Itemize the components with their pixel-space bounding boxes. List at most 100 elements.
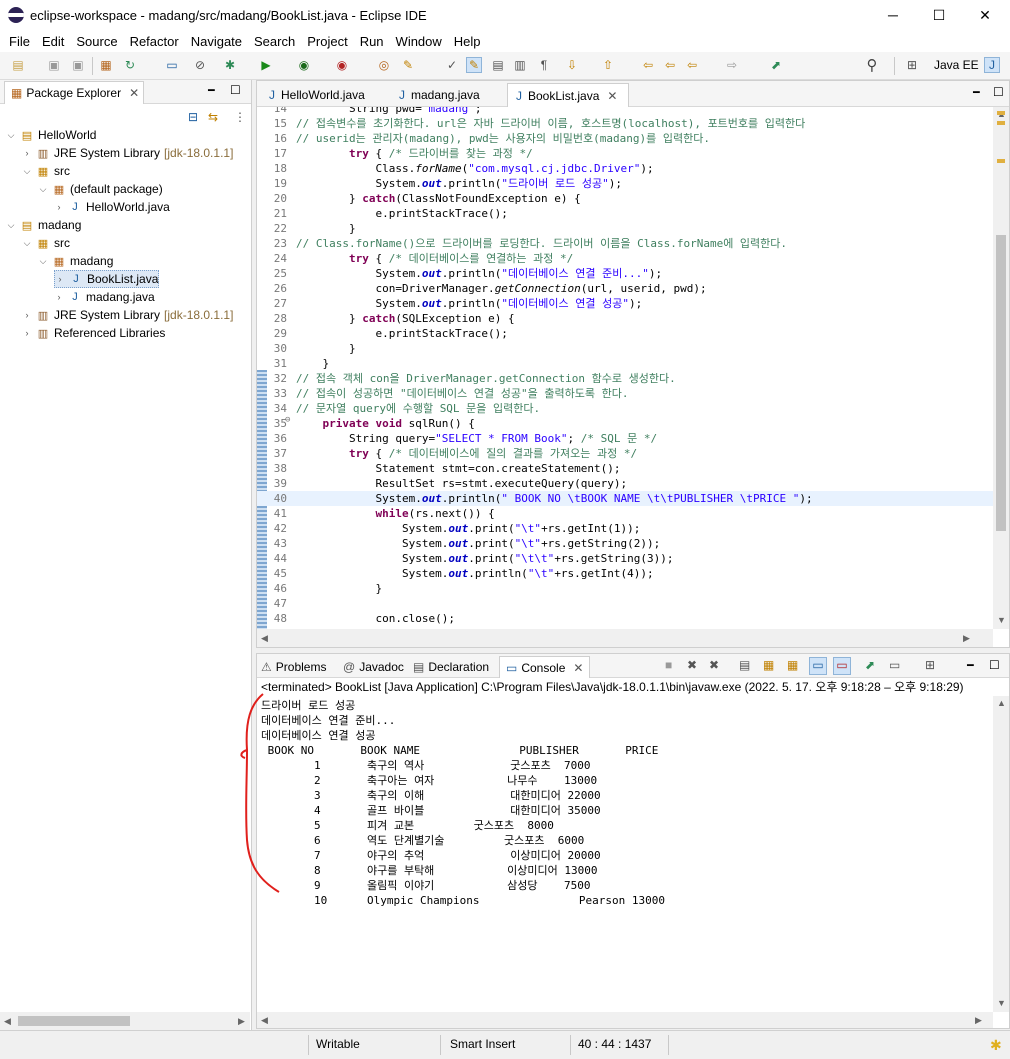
tree-item[interactable]: › J BookList.java — [54, 270, 160, 288]
code-line[interactable]: 17 try { /* 드라이버를 찾는 과정 */ — [257, 146, 993, 161]
menu-source[interactable]: Source — [71, 34, 122, 49]
chevron-down-icon[interactable]: ⌵ — [22, 238, 32, 249]
tree-item[interactable]: › ▥ Referenced Libraries — [22, 324, 166, 342]
chevron-right-icon[interactable]: › — [54, 202, 64, 212]
code-line[interactable]: 39 ResultSet rs=stmt.executeQuery(query)… — [257, 476, 993, 491]
pin-editor-icon[interactable]: ⬈ — [768, 57, 784, 73]
code-line[interactable]: 22 } — [257, 221, 993, 236]
word-wrap-console-icon[interactable]: ▦ — [787, 658, 798, 672]
console-output[interactable]: 드라이버 로드 성공 데이터베이스 연결 준비... 데이터베이스 연결 성공 BO… — [257, 696, 993, 1012]
terminal-icon[interactable]: ▭ — [164, 57, 180, 73]
code-line[interactable]: 38 Statement stmt=con.createStatement(); — [257, 461, 993, 476]
code-line[interactable]: 19 System.out.println("드라이버 로드 성공"); — [257, 176, 993, 191]
menu-edit[interactable]: Edit — [37, 34, 69, 49]
tree-item[interactable]: ⌵ ▦ (default package) — [38, 180, 163, 198]
vertical-scrollbar[interactable]: ▲ ▼ — [993, 696, 1009, 1012]
code-line[interactable]: 18 Class.forName("com.mysql.cj.jdbc.Driv… — [257, 161, 993, 176]
code-line[interactable]: 31 } — [257, 356, 993, 371]
menu-project[interactable]: Project — [302, 34, 352, 49]
coverage-icon[interactable]: ◉ — [296, 57, 312, 73]
chevron-down-icon[interactable]: ⌵ — [38, 256, 48, 267]
code-line[interactable]: 28 } catch(SQLException e) { — [257, 311, 993, 326]
search-toolbar-icon[interactable]: ✎ — [400, 57, 416, 73]
open-console-icon[interactable]: ⊞ — [925, 658, 935, 672]
refresh-icon[interactable]: ↻ — [122, 57, 138, 73]
code-line[interactable]: 14 String pwd="madang"; — [257, 107, 993, 116]
code-line[interactable]: 45 System.out.println("\t"+rs.getInt(4))… — [257, 566, 993, 581]
skip-breakpoints-icon[interactable]: ⊘ — [192, 57, 208, 73]
next-annotation-icon[interactable]: ⇩ — [564, 57, 580, 73]
toggle-mark-occurrences-icon[interactable]: ✎ — [466, 57, 482, 73]
tree-item[interactable]: ⌵ ▤ madang — [6, 216, 82, 234]
show-on-output-icon[interactable]: ▭ — [809, 657, 827, 675]
minimize-view-icon[interactable]: ━ — [208, 84, 215, 97]
annotation-icon[interactable]: ✓ — [444, 57, 460, 73]
maximize-view-icon[interactable]: ☐ — [993, 85, 1004, 99]
scroll-lock-icon[interactable]: ▦ — [763, 658, 774, 672]
tree-item[interactable]: ⌵ ▤ HelloWorld — [6, 126, 97, 144]
chevron-down-icon[interactable]: ⌵ — [22, 166, 32, 177]
tab-problems[interactable]: ⚠ Problems — [261, 656, 326, 678]
tab-madang-java[interactable]: J madang.java — [391, 83, 501, 107]
tab-console[interactable]: ▭ Console ✕ — [499, 656, 591, 678]
code-line[interactable]: 26 con=DriverManager.getConnection(url, … — [257, 281, 993, 296]
vertical-scrollbar[interactable]: ▲ ▼ — [993, 107, 1009, 629]
word-wrap-icon[interactable]: ▥ — [512, 57, 528, 73]
tab-declaration[interactable]: ▤ Declaration — [413, 656, 489, 678]
minimize-view-icon[interactable]: ━ — [973, 86, 980, 99]
menu-window[interactable]: Window — [391, 34, 447, 49]
view-menu-icon[interactable]: ⋮ — [234, 110, 246, 124]
code-line[interactable]: 35 private void sqlRun() { — [257, 416, 993, 431]
block-selection-icon[interactable]: ▤ — [490, 57, 506, 73]
maximize-view-icon[interactable]: ☐ — [230, 83, 241, 97]
horizontal-scrollbar[interactable]: ◀ ▶ — [257, 629, 993, 647]
tree-item[interactable]: › J HelloWorld.java — [54, 198, 170, 216]
code-line[interactable]: 32 // 접속 객체 con을 DriverManager.getConnect… — [257, 371, 993, 386]
tree-item[interactable]: › ▥ JRE System Library [jdk-18.0.1.1] — [22, 306, 234, 324]
code-line[interactable]: 37 try { /* 데이터베이스에 질의 결과를 가져오는 과정 */ — [257, 446, 993, 461]
back-icon[interactable]: ⇦ — [662, 57, 678, 73]
new-icon[interactable]: ▤ — [10, 57, 26, 73]
remove-launch-icon[interactable]: ✖ — [687, 658, 697, 672]
tree-item[interactable]: ⌵ ▦ src — [22, 234, 70, 252]
pin-console-icon[interactable]: ⬈ — [865, 658, 875, 672]
fold-toggle-icon[interactable]: ⊖ — [285, 415, 290, 425]
chevron-right-icon[interactable]: › — [22, 148, 32, 158]
horizontal-scrollbar[interactable]: ◀ ▶ — [257, 1012, 993, 1028]
code-line[interactable]: 48 con.close(); — [257, 611, 993, 626]
code-line[interactable]: 27 System.out.println("데이터베이스 연결 성공"); — [257, 296, 993, 311]
menu-search[interactable]: Search — [249, 34, 300, 49]
perspective-label[interactable]: Java EE — [934, 58, 979, 72]
close-icon[interactable]: ✕ — [129, 86, 139, 100]
display-console-icon[interactable]: ▭ — [889, 658, 900, 672]
cursor-position[interactable]: 40 : 44 : 1437 — [578, 1031, 651, 1059]
debug-icon[interactable]: ✱ — [222, 57, 238, 73]
close-icon[interactable]: ✕ — [573, 661, 583, 675]
external-tools-icon[interactable]: ◉ — [334, 57, 350, 73]
tab-helloworld-java[interactable]: J HelloWorld.java — [261, 83, 385, 107]
open-perspective-icon[interactable]: ⊞ — [904, 57, 920, 73]
tree-item[interactable]: ⌵ ▦ src — [22, 162, 70, 180]
menu-help[interactable]: Help — [449, 34, 486, 49]
code-line[interactable]: 34 // 문자열 query에 수행할 SQL 문을 입력한다. — [257, 401, 993, 416]
tab-booklist-java[interactable]: J BookList.java ✕ — [507, 83, 629, 107]
code-line[interactable]: 21 e.printStackTrace(); — [257, 206, 993, 221]
previous-annotation-icon[interactable]: ⇧ — [600, 57, 616, 73]
chevron-down-icon[interactable]: ⌵ — [38, 184, 48, 195]
chevron-right-icon[interactable]: › — [54, 292, 64, 302]
clear-console-icon[interactable]: ▤ — [739, 658, 750, 672]
close-button[interactable]: ✕ — [962, 0, 1008, 30]
tree-item[interactable]: › Jmadang.java — [54, 288, 155, 306]
lightbulb-icon[interactable]: ✱ — [990, 1037, 1002, 1054]
code-line[interactable]: 33 // 접속이 성공하면 "데이터베이스 연결 성공"을 출력하도록 한다. — [257, 386, 993, 401]
search-icon[interactable]: ⚲ — [864, 57, 880, 74]
code-line[interactable]: 29 e.printStackTrace(); — [257, 326, 993, 341]
terminate-icon[interactable]: ■ — [665, 658, 672, 672]
code-line[interactable]: 24 try { /* 데이터베이스를 연결하는 과정 */ — [257, 251, 993, 266]
insert-mode-status[interactable]: Smart Insert — [450, 1031, 515, 1059]
code-line[interactable]: 15 // 접속변수를 초기화한다. url은 자바 드라이버 이름, 호스트명(… — [257, 116, 993, 131]
horizontal-scrollbar[interactable]: ◀ ▶ — [0, 1012, 250, 1030]
code-line[interactable]: 41 while(rs.next()) { — [257, 506, 993, 521]
run-icon[interactable]: ▶ — [258, 57, 274, 73]
show-whitespace-icon[interactable]: ¶ — [536, 57, 552, 73]
